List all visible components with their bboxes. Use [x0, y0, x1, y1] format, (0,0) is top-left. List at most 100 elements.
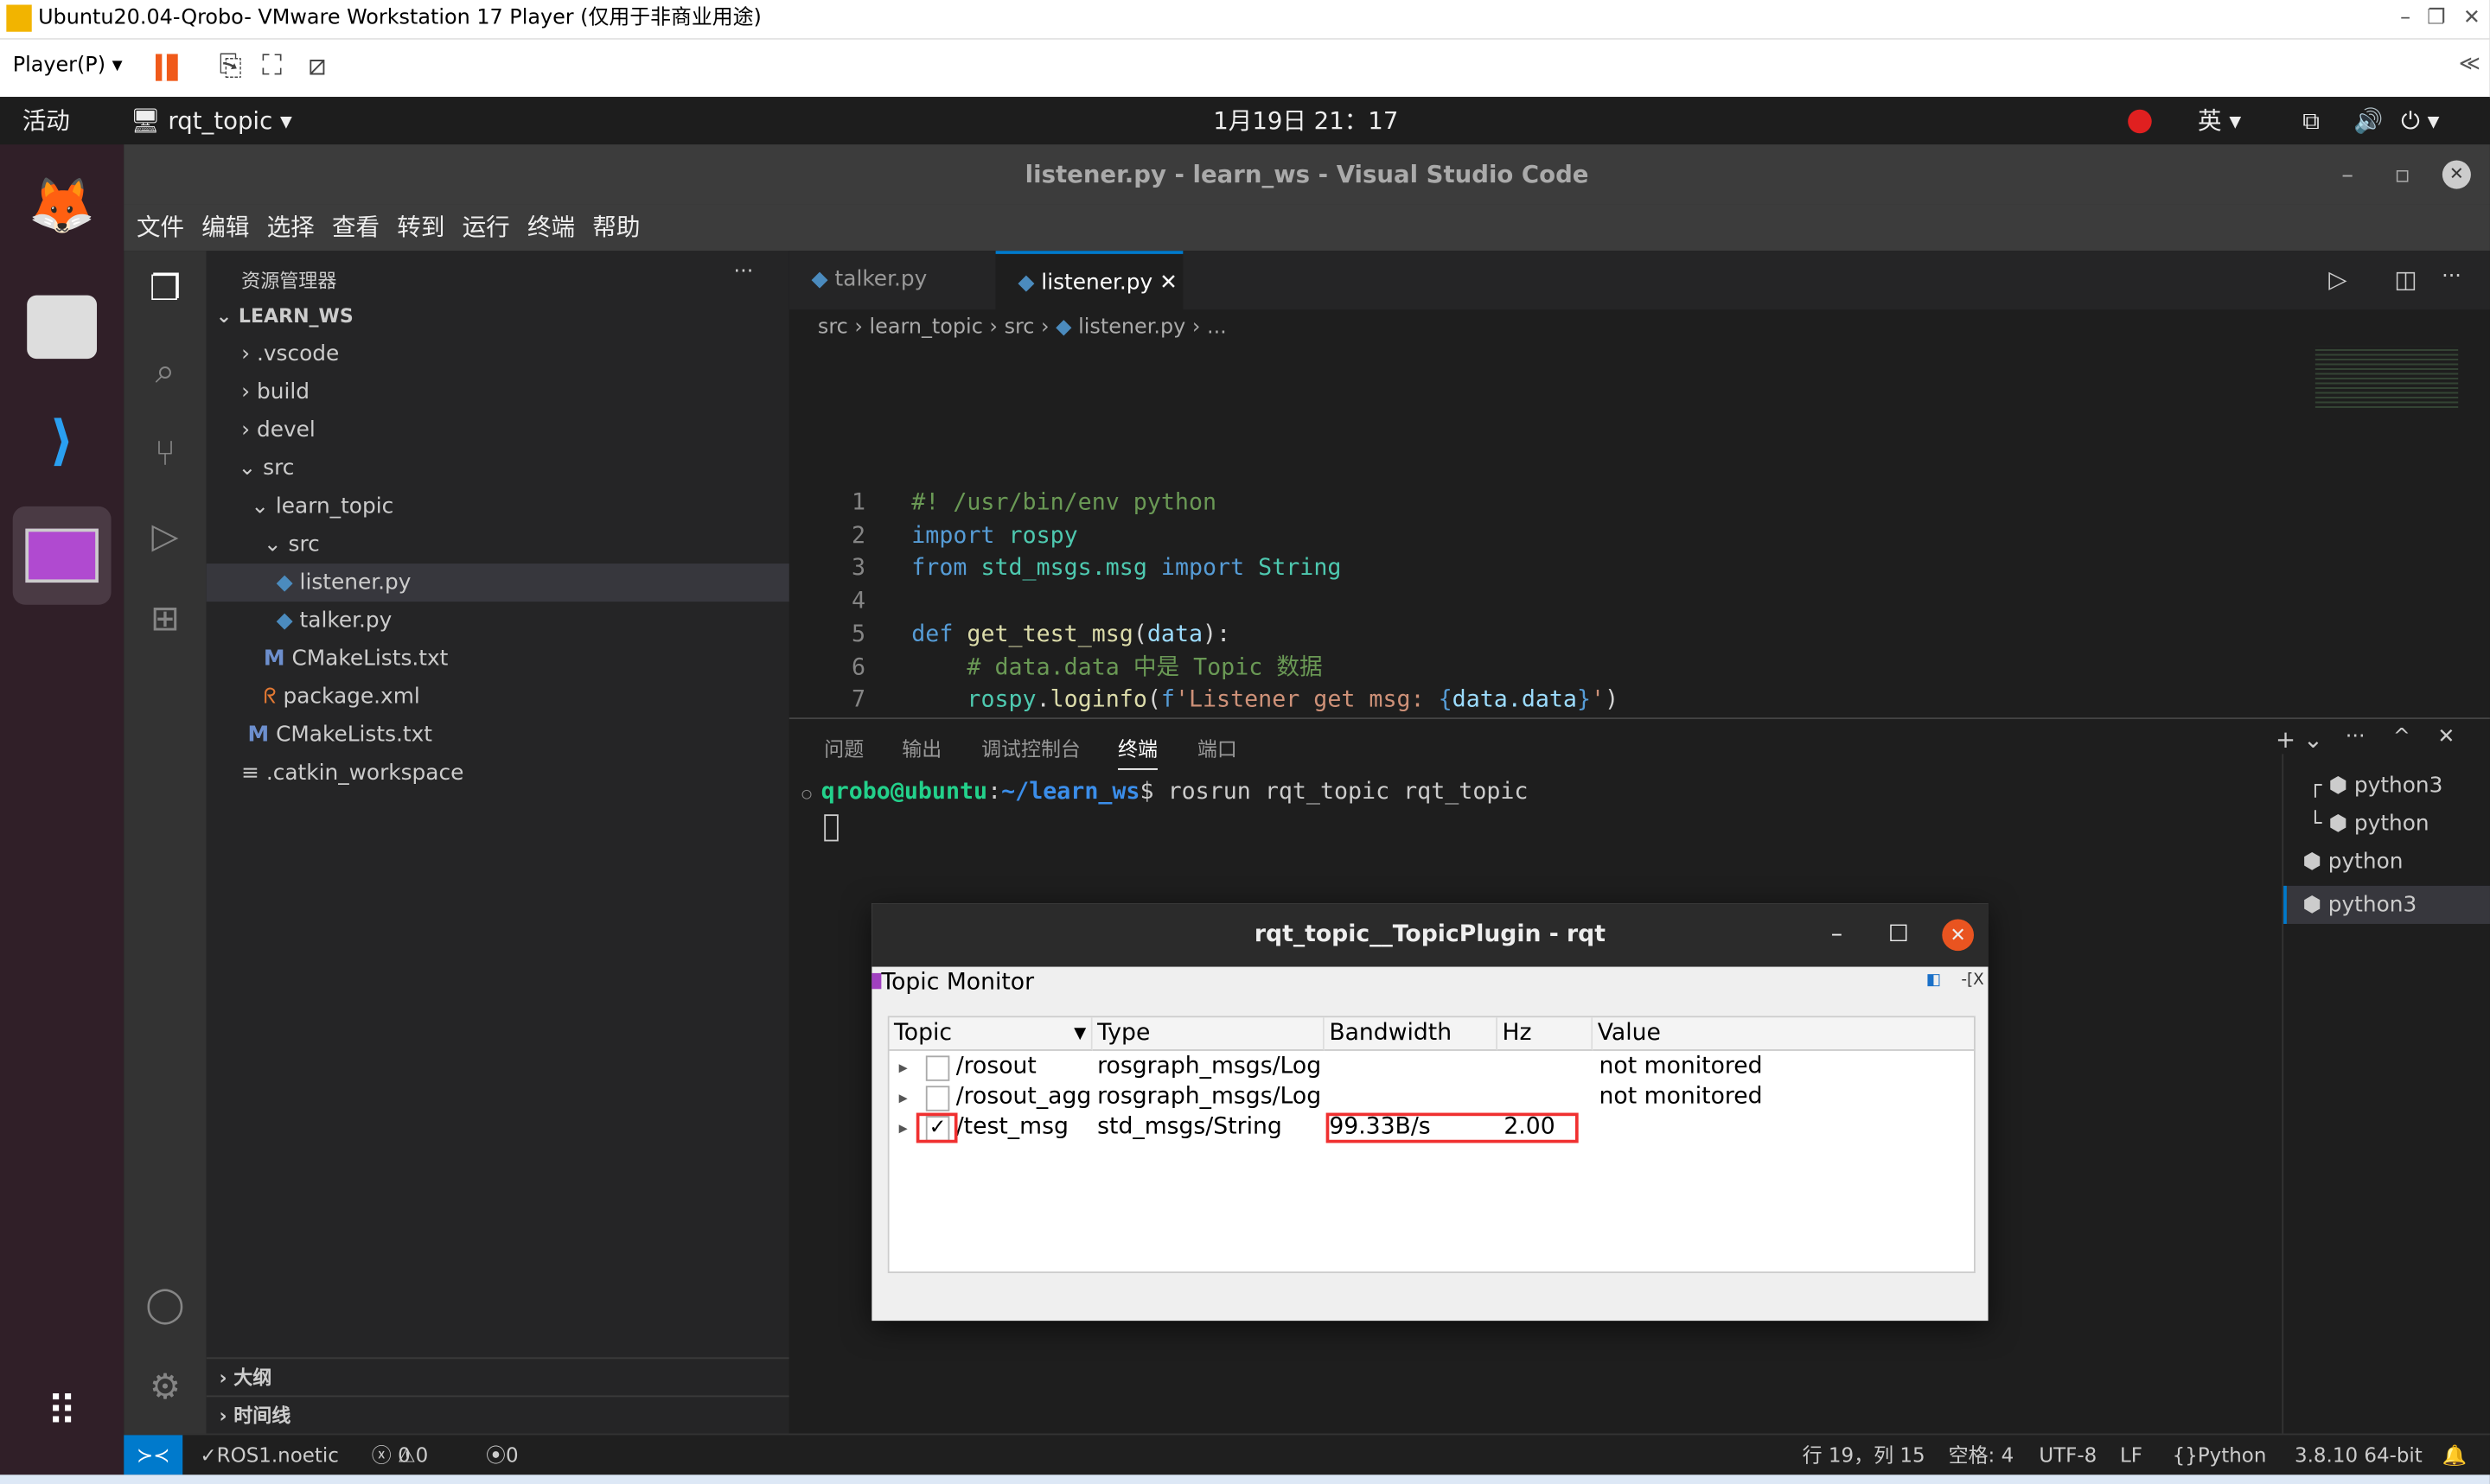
network-icon[interactable]: ⧉ [2302, 97, 2320, 144]
vscode-icon[interactable]: ⟩ [13, 392, 112, 491]
timeline-section[interactable]: › 时间线 [206, 1395, 789, 1433]
tab-talker-py[interactable]: ◆ talker.py [789, 251, 998, 310]
workspace-root[interactable]: ⌄ LEARN_WS [216, 296, 354, 334]
menu-view[interactable]: 查看 [332, 213, 380, 241]
minimize-button[interactable]: – [1831, 903, 1842, 966]
encoding[interactable]: UTF-8 [2039, 1435, 2097, 1474]
player-menu[interactable]: Player(P) ▾ [13, 54, 123, 78]
panel-tab-problems[interactable]: 问题 [824, 732, 864, 762]
panel-tab-terminal[interactable]: 终端 [1118, 732, 1158, 770]
firefox-icon[interactable]: 🦊 [13, 157, 112, 256]
terminal-list-item[interactable]: └ ⬢ python [2309, 812, 2429, 837]
more-actions-icon[interactable]: ··· [2442, 265, 2461, 290]
tree-item-vscode[interactable]: › .vscode [241, 335, 339, 373]
fullscreen-icon[interactable]: ⛶ [262, 49, 282, 83]
tree-item-learn-topic[interactable]: ⌄ learn_topic [251, 487, 393, 525]
send-ctrl-alt-del-icon[interactable]: ⎘ [219, 49, 241, 83]
expand-row-icon[interactable]: ▸ [899, 1053, 908, 1083]
panel-tab-ports[interactable]: 端口 [1197, 732, 1237, 762]
panel-tab-debug-console[interactable]: 调试控制台 [981, 732, 1081, 762]
volume-icon[interactable]: 🔊 [2353, 97, 2383, 144]
tree-item-cmakelists[interactable]: M CMakeLists.txt [264, 640, 448, 678]
panel-tab-output[interactable]: 输出 [902, 732, 942, 762]
files-icon[interactable] [13, 277, 112, 376]
close-panel-icon[interactable]: ✕ [2437, 725, 2455, 749]
terminal-list-item[interactable]: ⬢ python [2302, 850, 2403, 875]
search-icon[interactable]: ⌕ [143, 353, 187, 397]
monitor-checkbox[interactable] [925, 1055, 950, 1081]
code-line[interactable]: 2 import rospy [789, 520, 1078, 554]
close-button[interactable]: ✕ [1942, 919, 1975, 952]
language-mode[interactable]: {} Python [2173, 1435, 2267, 1474]
outline-section[interactable]: › 大纲 [206, 1357, 789, 1395]
input-method-menu[interactable]: 英 ▾ [2198, 97, 2241, 144]
help-icon[interactable]: ◧ [1926, 971, 1941, 989]
close-button[interactable]: ✕ [2463, 0, 2480, 38]
tree-item-talker-py[interactable]: ◆ talker.py [277, 602, 393, 640]
monitor-checkbox[interactable] [925, 1086, 950, 1111]
menu-run[interactable]: 运行 [463, 213, 510, 241]
restore-button[interactable]: ❐ [2427, 0, 2445, 38]
more-actions-icon[interactable]: ··· [734, 260, 754, 284]
remote-icon[interactable]: ≻≺ [124, 1435, 183, 1475]
column-header-topic[interactable]: Topic ▼ [889, 1017, 1093, 1051]
menu-file[interactable]: 文件 [137, 213, 184, 241]
account-icon[interactable]: ◯ [143, 1286, 187, 1330]
close-plugin-icon[interactable]: -[X [1961, 971, 1983, 989]
breadcrumb-item[interactable]: src [1005, 316, 1035, 341]
python-interpreter[interactable]: 3.8.10 64-bit [2295, 1435, 2423, 1474]
show-apps-icon[interactable]: ⠿ [13, 1364, 112, 1462]
minimap[interactable] [2314, 346, 2459, 410]
maximize-panel-icon[interactable]: ^ [2393, 725, 2410, 749]
tree-item-package-xml[interactable]: ᖇ package.xml [264, 678, 420, 716]
breadcrumb-item[interactable]: learn_topic [870, 316, 983, 341]
tree-item-catkin-workspace[interactable]: ≡ .catkin_workspace [241, 754, 463, 792]
pause-icon[interactable] [155, 54, 167, 81]
menu-selection[interactable]: 选择 [267, 213, 315, 241]
new-terminal-icon[interactable]: + ⌄ [2276, 725, 2323, 754]
terminal-list-item-active[interactable]: ⬢ python3 [2283, 885, 2490, 924]
extensions-icon[interactable]: ⊞ [143, 600, 187, 644]
breadcrumb-item[interactable]: src [818, 316, 848, 341]
terminal-list-item[interactable]: ┌ ⬢ python3 [2309, 773, 2443, 798]
power-icon[interactable]: ⏻ ▾ [2401, 97, 2439, 144]
clock[interactable]: 1月19日 21：17 [1213, 97, 1398, 144]
cursor-position[interactable]: 行 19，列 15 [1803, 1435, 1925, 1474]
code-line[interactable]: 1 #! /usr/bin/env python [789, 487, 1216, 521]
split-editor-icon[interactable]: ◫ [2394, 265, 2417, 294]
code-line[interactable]: 4 [789, 586, 911, 620]
more-actions-icon[interactable]: ··· [2346, 725, 2366, 749]
problems-status[interactable]: ⓧ 0 ⚠ 0 [372, 1435, 428, 1474]
tree-item-root-cmakelists[interactable]: M CMakeLists.txt [248, 716, 432, 754]
tree-item-src[interactable]: ⌄ src [239, 449, 295, 487]
maximize-button[interactable]: ☐ [1888, 903, 1909, 966]
column-header-bandwidth[interactable]: Bandwidth [1324, 1017, 1498, 1051]
minimize-button[interactable]: – [2341, 144, 2353, 205]
breadcrumb-item[interactable]: ... [1207, 316, 1227, 341]
menu-edit[interactable]: 编辑 [201, 213, 249, 241]
menu-terminal[interactable]: 终端 [527, 213, 575, 241]
terminal-output[interactable]: ○ qrobo@ubuntu:~/learn_ws$ rosrun rqt_to… [802, 780, 1529, 805]
code-line[interactable]: 7 rospy.loginfo(f'Listener get msg: {dat… [789, 685, 1618, 718]
menu-help[interactable]: 帮助 [592, 213, 640, 241]
notifications-bell-icon[interactable]: 🔔 [2442, 1435, 2468, 1474]
close-button[interactable]: ✕ [2442, 160, 2471, 189]
tree-item-build[interactable]: › build [241, 373, 310, 411]
end-of-line[interactable]: LF [2120, 1435, 2142, 1474]
maximize-button[interactable]: ▫ [2394, 144, 2410, 205]
terminal-vm-icon[interactable] [12, 506, 112, 605]
tree-item-learn-topic-src[interactable]: ⌄ src [264, 525, 320, 564]
minimize-button[interactable]: – [2400, 0, 2410, 38]
source-control-icon[interactable]: ⑂ [143, 435, 187, 479]
column-header-value[interactable]: Value [1593, 1017, 1975, 1051]
expand-row-icon[interactable]: ▸ [899, 1083, 908, 1113]
ports-status[interactable]: ⦿ 0 [486, 1435, 519, 1474]
code-line[interactable]: 3 from std_msgs.msg import String [789, 553, 1341, 587]
column-header-hz[interactable]: Hz [1497, 1017, 1593, 1051]
indentation[interactable]: 空格: 4 [1949, 1435, 2014, 1474]
activities-button[interactable]: 活动 [22, 97, 70, 144]
breadcrumb-item[interactable]: listener.py [1078, 316, 1185, 341]
app-menu[interactable]: 🖥 rqt_topic ▾ [131, 97, 292, 144]
code-line[interactable]: 5 def get_test_msg(data): [789, 619, 1230, 653]
run-file-icon[interactable]: ▷ [2328, 265, 2346, 294]
